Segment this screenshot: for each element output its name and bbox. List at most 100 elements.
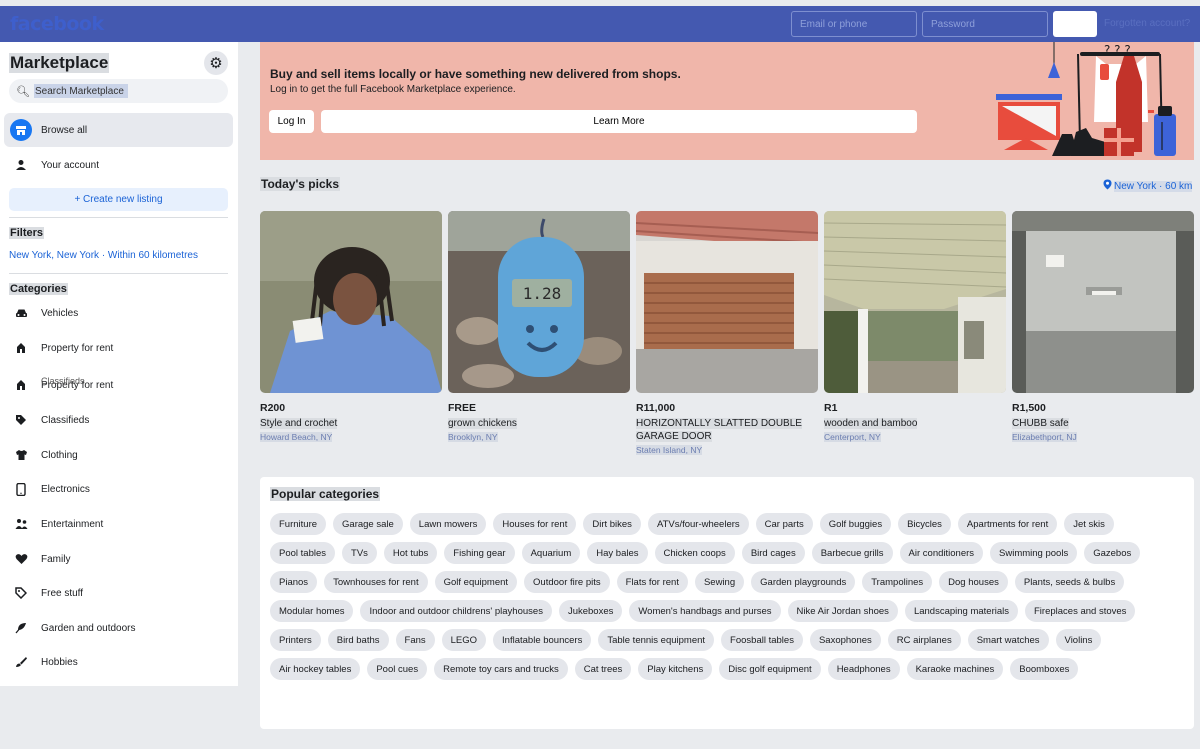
category-chip[interactable]: Sewing (694, 571, 745, 593)
category-property-for-rent[interactable]: Property for rent (10, 337, 113, 359)
category-chip[interactable]: Chicken coops (654, 542, 735, 564)
learn-more-button[interactable]: Learn More (321, 110, 917, 133)
create-listing-button[interactable]: + Create new listing (9, 188, 228, 211)
category-free-stuff[interactable]: Free stuff (10, 582, 83, 604)
category-chip[interactable]: Play kitchens (638, 658, 713, 680)
listing-card[interactable]: R1 wooden and bamboo Centerport, NY (824, 211, 1006, 442)
listing-image[interactable] (636, 211, 818, 393)
location-filter-link[interactable]: New York, New York · Within 60 kilometre… (9, 250, 198, 261)
category-chip[interactable]: Pianos (270, 571, 318, 593)
person-icon (10, 154, 32, 176)
sidebar-item-browse-all[interactable]: Browse all (4, 113, 233, 147)
category-chip[interactable]: Swimming pools (990, 542, 1078, 564)
category-chip[interactable]: Bicycles (898, 513, 951, 535)
listing-card[interactable]: R11,000 HORIZONTALLY SLATTED DOUBLE GARA… (636, 211, 818, 455)
category-chip[interactable]: Air hockey tables (270, 658, 361, 680)
listing-image[interactable] (824, 211, 1006, 393)
category-clothing[interactable]: Clothing (10, 444, 78, 466)
category-chip[interactable]: Karaoke machines (906, 658, 1004, 680)
category-chip[interactable]: Foosball tables (721, 629, 803, 651)
category-chip[interactable]: Boomboxes (1010, 658, 1079, 680)
search-input[interactable] (33, 84, 128, 98)
category-chip[interactable]: Fans (395, 629, 435, 651)
category-family[interactable]: Family (10, 548, 70, 570)
category-chip[interactable]: Outdoor fire pits (524, 571, 610, 593)
category-label: Garden and outdoors (41, 622, 136, 634)
category-chip[interactable]: Saxophones (809, 629, 881, 651)
category-chip[interactable]: Aquarium (521, 542, 581, 564)
category-chip[interactable]: RC airplanes (887, 629, 961, 651)
category-chip[interactable]: Smart watches (967, 629, 1049, 651)
category-chip[interactable]: Dirt bikes (583, 513, 641, 535)
banner-login-button[interactable]: Log In (269, 110, 314, 133)
category-chip[interactable]: Landscaping materials (904, 600, 1018, 622)
category-property-for-rent-duplicate[interactable]: Classifieds Property for rent (10, 374, 113, 396)
category-chip[interactable]: Townhouses for rent (324, 571, 428, 593)
category-chip[interactable]: Plants, seeds & bulbs (1014, 571, 1125, 593)
category-chip[interactable]: Dog houses (939, 571, 1008, 593)
category-classifieds[interactable]: Classifieds (10, 409, 89, 431)
category-chip[interactable]: Hay bales (587, 542, 648, 564)
listing-card[interactable]: 1.28 FREE grown chickens Brooklyn, NY (448, 211, 630, 442)
category-electronics[interactable]: Electronics (10, 478, 90, 500)
category-chip[interactable]: Modular homes (270, 600, 354, 622)
category-chip[interactable]: Bird baths (327, 629, 389, 651)
listing-card[interactable]: R1,500 CHUBB safe Elizabethport, NJ (1012, 211, 1194, 442)
category-chip[interactable]: Nike Air Jordan shoes (787, 600, 898, 622)
category-chip[interactable]: Cat trees (574, 658, 632, 680)
category-chip[interactable]: Jet skis (1064, 513, 1114, 535)
category-chip[interactable]: Barbecue grills (811, 542, 893, 564)
category-chip[interactable]: Gazebos (1084, 542, 1141, 564)
category-chip[interactable]: Golf equipment (434, 571, 518, 593)
category-chip[interactable]: Lawn mowers (409, 513, 487, 535)
header-login-button[interactable] (1053, 11, 1097, 37)
category-chip[interactable]: Fishing gear (444, 542, 515, 564)
category-chip[interactable]: Pool cues (367, 658, 428, 680)
category-chip[interactable]: Garage sale (333, 513, 403, 535)
listing-image[interactable] (1012, 211, 1194, 393)
category-chip[interactable]: Violins (1055, 629, 1102, 651)
listing-image[interactable] (260, 211, 442, 393)
category-chip[interactable]: Women's handbags and purses (629, 600, 781, 622)
category-chip[interactable]: Inflatable bouncers (493, 629, 592, 651)
category-chip[interactable]: Hot tubs (383, 542, 438, 564)
listing-title: Style and crochet (260, 418, 338, 429)
category-chip[interactable]: Houses for rent (493, 513, 577, 535)
category-chip[interactable]: Apartments for rent (957, 513, 1058, 535)
category-chip[interactable]: Furniture (270, 513, 327, 535)
category-hobbies[interactable]: Hobbies (10, 651, 78, 673)
category-chip[interactable]: Car parts (755, 513, 813, 535)
category-entertainment[interactable]: Entertainment (10, 513, 103, 535)
category-garden-and-outdoors[interactable]: Garden and outdoors (10, 617, 136, 639)
facebook-logo[interactable]: facebook (10, 13, 104, 35)
category-chip[interactable]: TVs (342, 542, 377, 564)
category-chip[interactable]: Fireplaces and stoves (1025, 600, 1136, 622)
picks-location-link[interactable]: New York · 60 km (1103, 179, 1193, 193)
category-chip[interactable]: Printers (270, 629, 321, 651)
category-chip[interactable]: Pool tables (270, 542, 336, 564)
category-chip[interactable]: Headphones (827, 658, 900, 680)
email-field[interactable] (791, 11, 917, 37)
category-chip[interactable]: Air conditioners (899, 542, 984, 564)
category-chip[interactable]: Garden playgrounds (751, 571, 856, 593)
password-field[interactable] (922, 11, 1048, 37)
category-chip[interactable]: Disc golf equipment (719, 658, 821, 680)
picks-location-label: New York · 60 km (1114, 180, 1193, 192)
category-chip[interactable]: Indoor and outdoor childrens' playhouses (360, 600, 552, 622)
category-chip[interactable]: Flats for rent (616, 571, 688, 593)
forgot-account-link[interactable]: Forgotten account? (1104, 18, 1190, 29)
category-chip[interactable]: Table tennis equipment (598, 629, 715, 651)
category-chip[interactable]: Trampolines (862, 571, 933, 593)
category-chip[interactable]: Bird cages (741, 542, 805, 564)
category-chip[interactable]: Golf buggies (819, 513, 892, 535)
listing-image[interactable]: 1.28 (448, 211, 630, 393)
category-chip[interactable]: Jukeboxes (558, 600, 623, 622)
category-chip[interactable]: ATVs/four-wheelers (647, 513, 749, 535)
listing-card[interactable]: R200 Style and crochet Howard Beach, NY (260, 211, 442, 442)
category-chip[interactable]: LEGO (441, 629, 487, 651)
sidebar-item-your-account[interactable]: Your account (4, 148, 233, 182)
gear-icon[interactable]: ⚙ (204, 51, 228, 75)
category-vehicles[interactable]: Vehicles (10, 302, 78, 324)
search-box[interactable]: 🔍︎ (9, 79, 228, 103)
category-chip[interactable]: Remote toy cars and trucks (434, 658, 568, 680)
